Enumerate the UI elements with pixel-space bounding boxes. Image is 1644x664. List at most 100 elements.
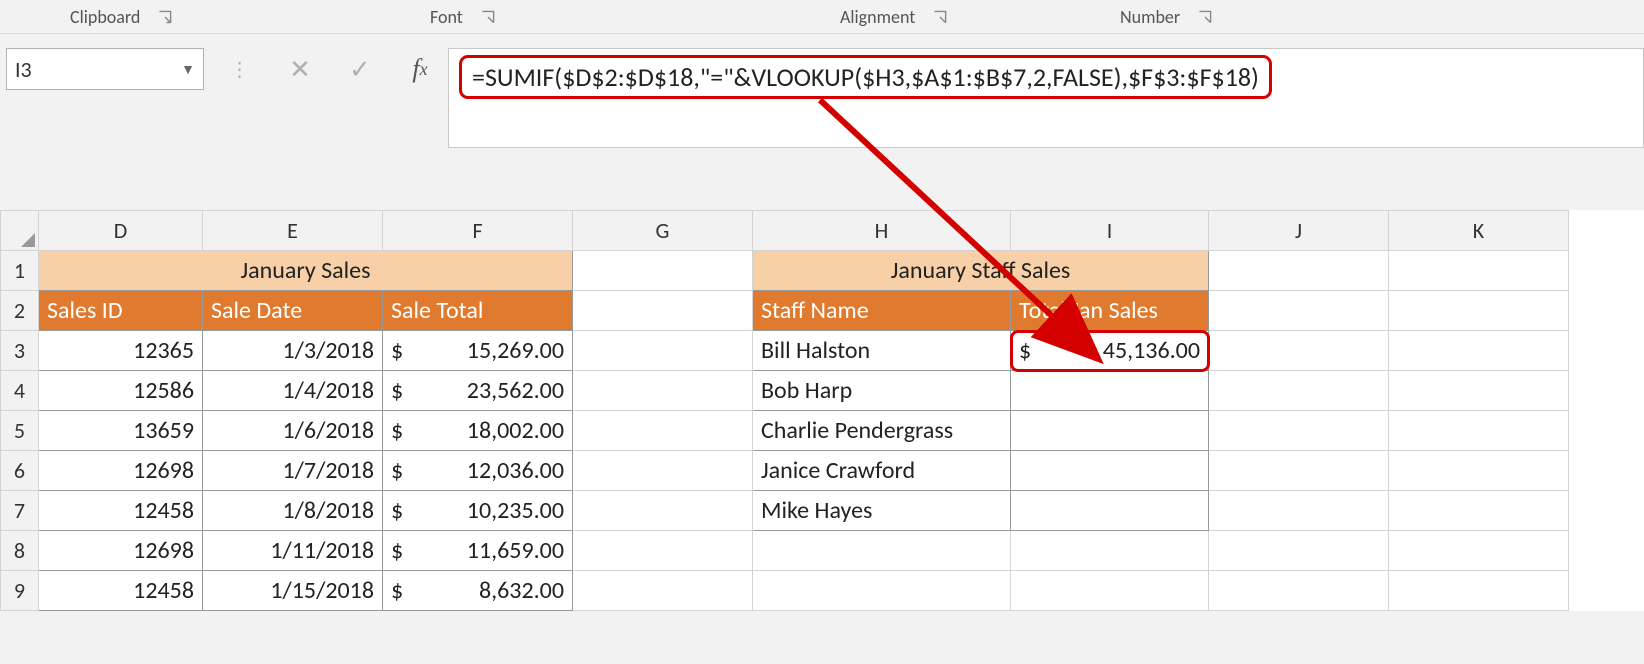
- cell-J2[interactable]: [1209, 291, 1389, 331]
- row-header-2[interactable]: 2: [1, 291, 39, 331]
- cell-K7[interactable]: [1389, 491, 1569, 531]
- col-header-G[interactable]: G: [573, 211, 753, 251]
- cell-F7[interactable]: $10,235.00: [383, 491, 573, 531]
- cell-I7[interactable]: [1011, 491, 1209, 531]
- row-header-8[interactable]: 8: [1, 531, 39, 571]
- cell-E5[interactable]: 1/6/2018: [203, 411, 383, 451]
- currency-symbol: $: [391, 536, 403, 565]
- sales-hdr-date[interactable]: Sale Date: [203, 291, 383, 331]
- sales-hdr-id[interactable]: Sales ID: [39, 291, 203, 331]
- cell-H6[interactable]: Janice Crawford: [753, 451, 1011, 491]
- cell-E9[interactable]: 1/15/2018: [203, 571, 383, 611]
- cell-H8[interactable]: [753, 531, 1011, 571]
- col-header-K[interactable]: K: [1389, 211, 1569, 251]
- row-header-6[interactable]: 6: [1, 451, 39, 491]
- cell-H5[interactable]: Charlie Pendergrass: [753, 411, 1011, 451]
- cell-J3[interactable]: [1209, 331, 1389, 371]
- row-header-1[interactable]: 1: [1, 251, 39, 291]
- cell-D3[interactable]: 12365: [39, 331, 203, 371]
- cancel-icon[interactable]: ✕: [284, 53, 316, 85]
- cell-J1[interactable]: [1209, 251, 1389, 291]
- row-header-4[interactable]: 4: [1, 371, 39, 411]
- cell-F9[interactable]: $8,632.00: [383, 571, 573, 611]
- cell-E4[interactable]: 1/4/2018: [203, 371, 383, 411]
- col-header-J[interactable]: J: [1209, 211, 1389, 251]
- cell-F8[interactable]: $11,659.00: [383, 531, 573, 571]
- cell-G2[interactable]: [573, 291, 753, 331]
- cell-D8[interactable]: 12698: [39, 531, 203, 571]
- cell-I3[interactable]: $45,136.00: [1011, 331, 1209, 371]
- row-header-7[interactable]: 7: [1, 491, 39, 531]
- dialog-launcher-icon[interactable]: [933, 10, 947, 24]
- cell-G9[interactable]: [573, 571, 753, 611]
- cell-J5[interactable]: [1209, 411, 1389, 451]
- cell-G3[interactable]: [573, 331, 753, 371]
- staff-hdr-total[interactable]: Total Jan Sales: [1011, 291, 1209, 331]
- cell-K5[interactable]: [1389, 411, 1569, 451]
- cell-E3[interactable]: 1/3/2018: [203, 331, 383, 371]
- col-header-E[interactable]: E: [203, 211, 383, 251]
- cell-E6[interactable]: 1/7/2018: [203, 451, 383, 491]
- spreadsheet-grid[interactable]: D E F G H I J K 1 January Sales January …: [0, 210, 1644, 611]
- cell-F4[interactable]: $23,562.00: [383, 371, 573, 411]
- cell-I6[interactable]: [1011, 451, 1209, 491]
- cell-D6[interactable]: 12698: [39, 451, 203, 491]
- cell-H7[interactable]: Mike Hayes: [753, 491, 1011, 531]
- cell-J6[interactable]: [1209, 451, 1389, 491]
- cell-E8[interactable]: 1/11/2018: [203, 531, 383, 571]
- cell-K3[interactable]: [1389, 331, 1569, 371]
- cell-G4[interactable]: [573, 371, 753, 411]
- fx-icon[interactable]: fx: [404, 53, 436, 85]
- cell-F6[interactable]: $12,036.00: [383, 451, 573, 491]
- cell-E7[interactable]: 1/8/2018: [203, 491, 383, 531]
- cell-H9[interactable]: [753, 571, 1011, 611]
- col-header-I[interactable]: I: [1011, 211, 1209, 251]
- staff-title[interactable]: January Staff Sales: [753, 251, 1209, 291]
- cell-I8[interactable]: [1011, 531, 1209, 571]
- col-header-F[interactable]: F: [383, 211, 573, 251]
- cell-J4[interactable]: [1209, 371, 1389, 411]
- cell-I4[interactable]: [1011, 371, 1209, 411]
- cell-H4[interactable]: Bob Harp: [753, 371, 1011, 411]
- cell-G7[interactable]: [573, 491, 753, 531]
- cell-F3[interactable]: $15,269.00: [383, 331, 573, 371]
- cell-G5[interactable]: [573, 411, 753, 451]
- staff-hdr-name[interactable]: Staff Name: [753, 291, 1011, 331]
- cell-I5[interactable]: [1011, 411, 1209, 451]
- formula-input[interactable]: =SUMIF($D$2:$D$18,"="&VLOOKUP($H3,$A$1:$…: [448, 48, 1644, 148]
- dialog-launcher-icon[interactable]: [481, 10, 495, 24]
- cell-G6[interactable]: [573, 451, 753, 491]
- select-all-corner[interactable]: [1, 211, 39, 251]
- dialog-launcher-icon[interactable]: [1198, 10, 1212, 24]
- cell-H3[interactable]: Bill Halston: [753, 331, 1011, 371]
- vertical-dots-icon: ⋮: [224, 53, 256, 85]
- cell-K6[interactable]: [1389, 451, 1569, 491]
- sales-title[interactable]: January Sales: [39, 251, 573, 291]
- chevron-down-icon[interactable]: ▼: [181, 61, 195, 78]
- dialog-launcher-icon[interactable]: [158, 10, 172, 24]
- cell-G1[interactable]: [573, 251, 753, 291]
- cell-K8[interactable]: [1389, 531, 1569, 571]
- cell-F5[interactable]: $18,002.00: [383, 411, 573, 451]
- enter-icon[interactable]: ✓: [344, 53, 376, 85]
- col-header-H[interactable]: H: [753, 211, 1011, 251]
- cell-I9[interactable]: [1011, 571, 1209, 611]
- cell-J8[interactable]: [1209, 531, 1389, 571]
- sales-hdr-total[interactable]: Sale Total: [383, 291, 573, 331]
- name-box[interactable]: I3 ▼: [6, 48, 204, 90]
- cell-K2[interactable]: [1389, 291, 1569, 331]
- row-header-9[interactable]: 9: [1, 571, 39, 611]
- cell-K1[interactable]: [1389, 251, 1569, 291]
- col-header-D[interactable]: D: [39, 211, 203, 251]
- cell-D5[interactable]: 13659: [39, 411, 203, 451]
- cell-G8[interactable]: [573, 531, 753, 571]
- cell-J7[interactable]: [1209, 491, 1389, 531]
- cell-K9[interactable]: [1389, 571, 1569, 611]
- cell-D9[interactable]: 12458: [39, 571, 203, 611]
- cell-K4[interactable]: [1389, 371, 1569, 411]
- cell-D7[interactable]: 12458: [39, 491, 203, 531]
- row-header-3[interactable]: 3: [1, 331, 39, 371]
- cell-J9[interactable]: [1209, 571, 1389, 611]
- cell-D4[interactable]: 12586: [39, 371, 203, 411]
- row-header-5[interactable]: 5: [1, 411, 39, 451]
